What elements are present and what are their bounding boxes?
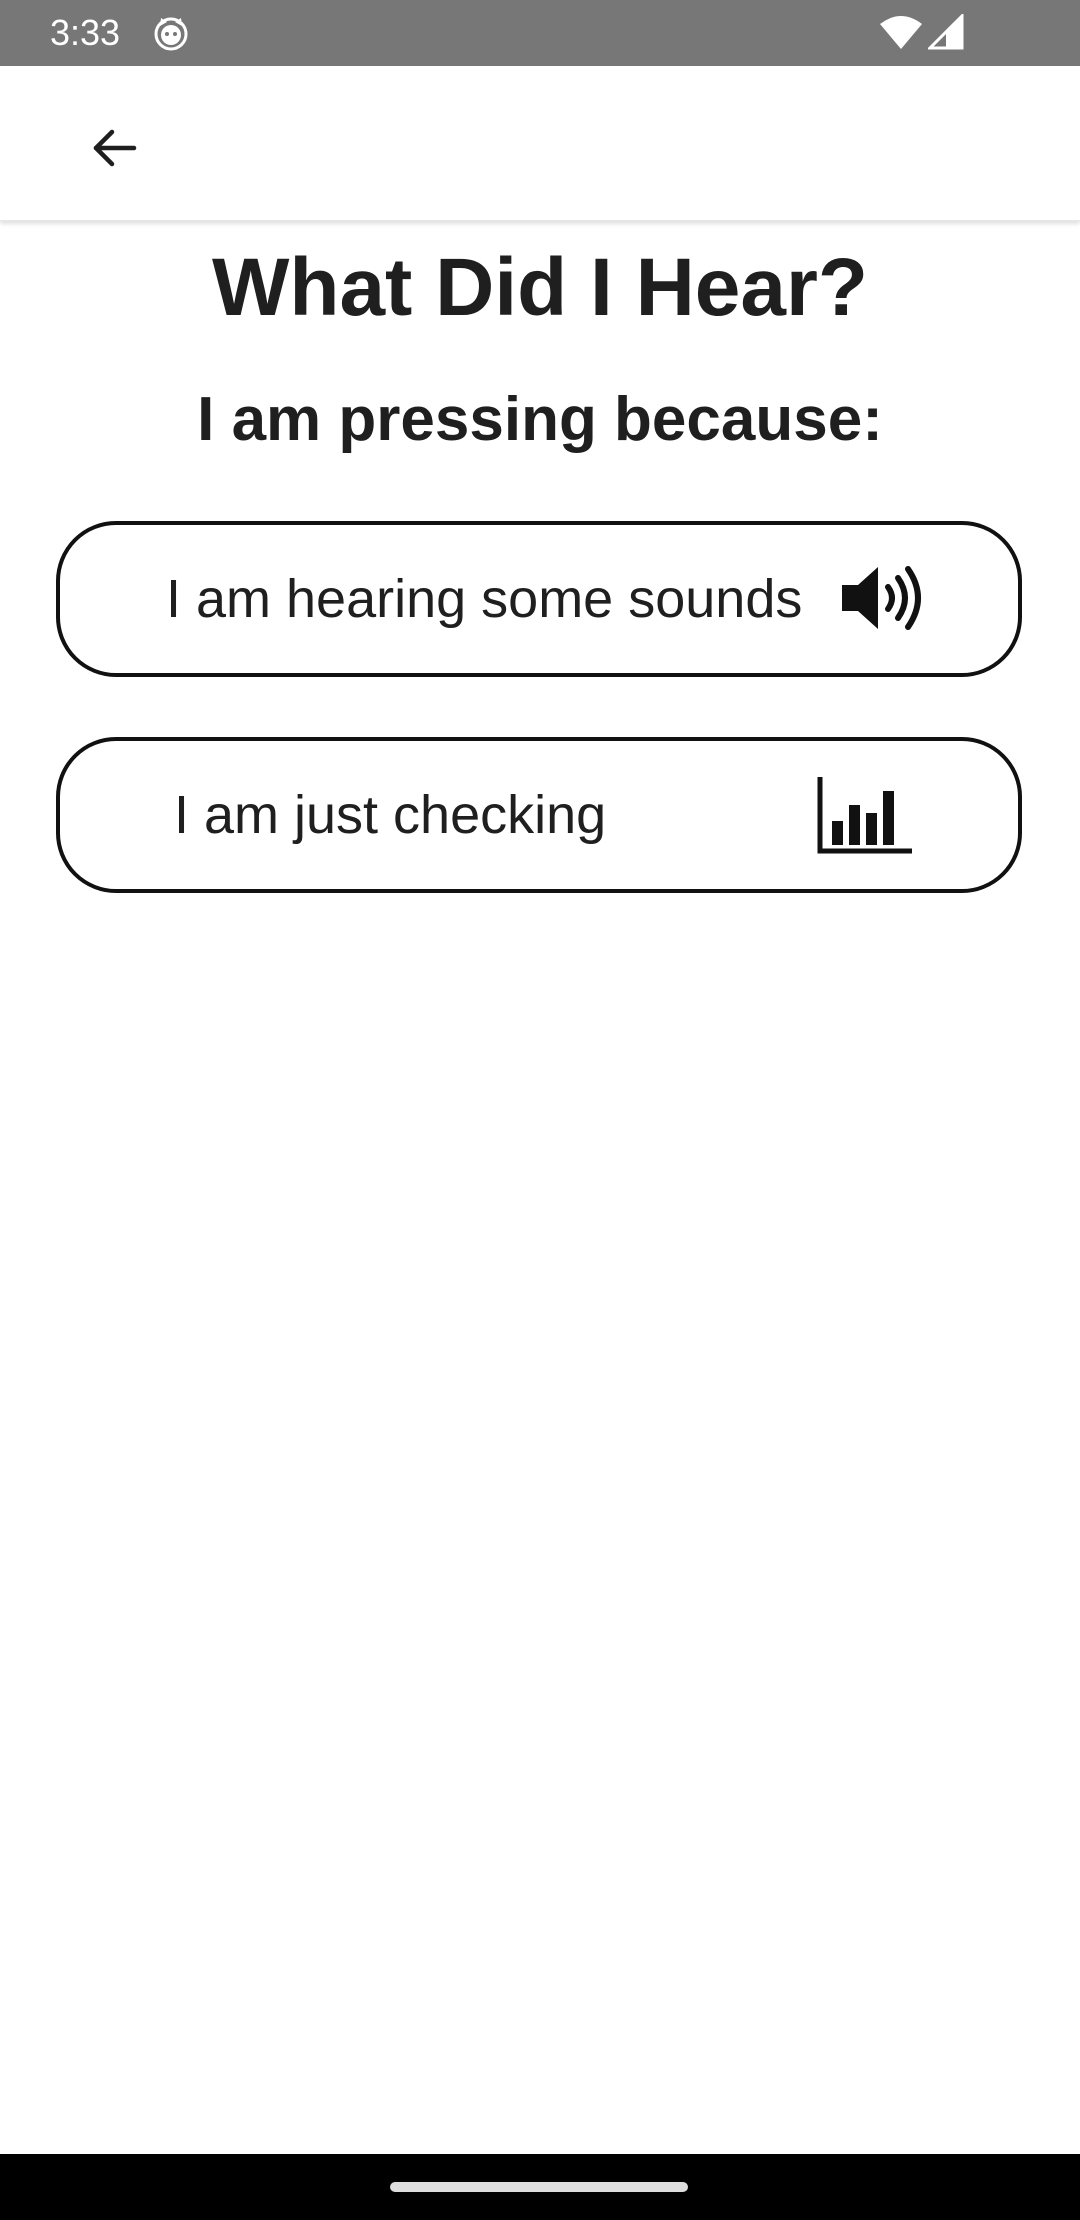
speaker-volume-icon xyxy=(840,563,930,633)
cellular-signal-icon xyxy=(926,12,964,50)
app-bar xyxy=(0,66,1080,221)
page-subtitle: I am pressing because: xyxy=(197,385,883,454)
status-bar: 3:33 xyxy=(0,0,1080,66)
navigation-bar xyxy=(0,2154,1080,2220)
just-checking-button[interactable]: I am just checking xyxy=(56,737,1022,893)
page-title: What Did I Hear? xyxy=(211,242,869,333)
hearing-sounds-button[interactable]: I am hearing some sounds xyxy=(56,521,1022,677)
back-button[interactable] xyxy=(74,110,154,190)
bar-chart-icon xyxy=(816,775,916,855)
home-indicator[interactable] xyxy=(390,2182,688,2192)
screen: 3:33 What Did I Hear? I am pressing beca… xyxy=(0,0,1080,2220)
just-checking-label: I am just checking xyxy=(174,785,607,845)
status-time: 3:33 xyxy=(50,12,121,53)
cat-notification-icon xyxy=(152,14,190,52)
hearing-sounds-label: I am hearing some sounds xyxy=(166,569,803,629)
arrow-left-icon xyxy=(90,124,138,177)
wifi-icon xyxy=(880,16,922,50)
